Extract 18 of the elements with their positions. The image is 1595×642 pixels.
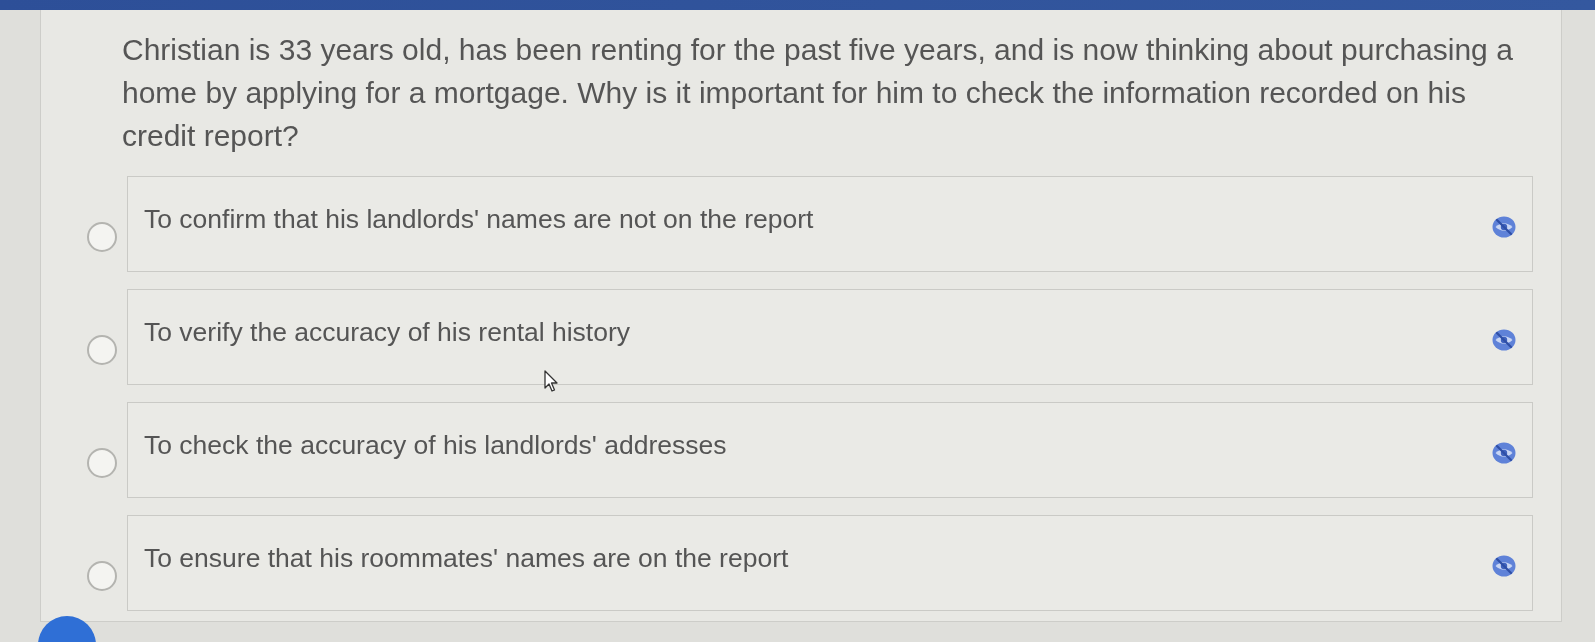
radio-button[interactable] xyxy=(87,448,117,478)
mouse-pointer-icon xyxy=(544,370,559,392)
radio-button[interactable] xyxy=(87,222,117,252)
answer-text: To confirm that his landlords' names are not on the report xyxy=(144,203,814,235)
answer-card[interactable]: To verify the accuracy of his rental history xyxy=(127,289,1533,385)
eye-slash-icon[interactable] xyxy=(1492,329,1516,351)
radio-button[interactable] xyxy=(87,335,117,365)
answer-card[interactable]: To confirm that his landlords' names are not on the report xyxy=(127,176,1533,272)
answer-text: To check the accuracy of his landlords' addresses xyxy=(144,429,727,461)
radio-button[interactable] xyxy=(87,561,117,591)
eye-slash-icon[interactable] xyxy=(1492,555,1516,577)
question-text: Christian is 33 years old, has been renting for the past five years, and is now thinking about purchasing a home by applying for a mortgage. Why is it important for him to check the information recorded on his credit report? xyxy=(121,32,1514,154)
eye-slash-icon[interactable] xyxy=(1492,216,1516,238)
answer-text: To ensure that his roommates' names are on the report xyxy=(144,542,789,574)
answer-card[interactable]: To check the accuracy of his landlords' addresses xyxy=(127,402,1533,498)
eye-slash-icon[interactable] xyxy=(1492,442,1516,464)
answer-card[interactable]: To ensure that his roommates' names are on the report xyxy=(127,515,1533,611)
answer-text: To verify the accuracy of his rental history xyxy=(144,316,631,348)
